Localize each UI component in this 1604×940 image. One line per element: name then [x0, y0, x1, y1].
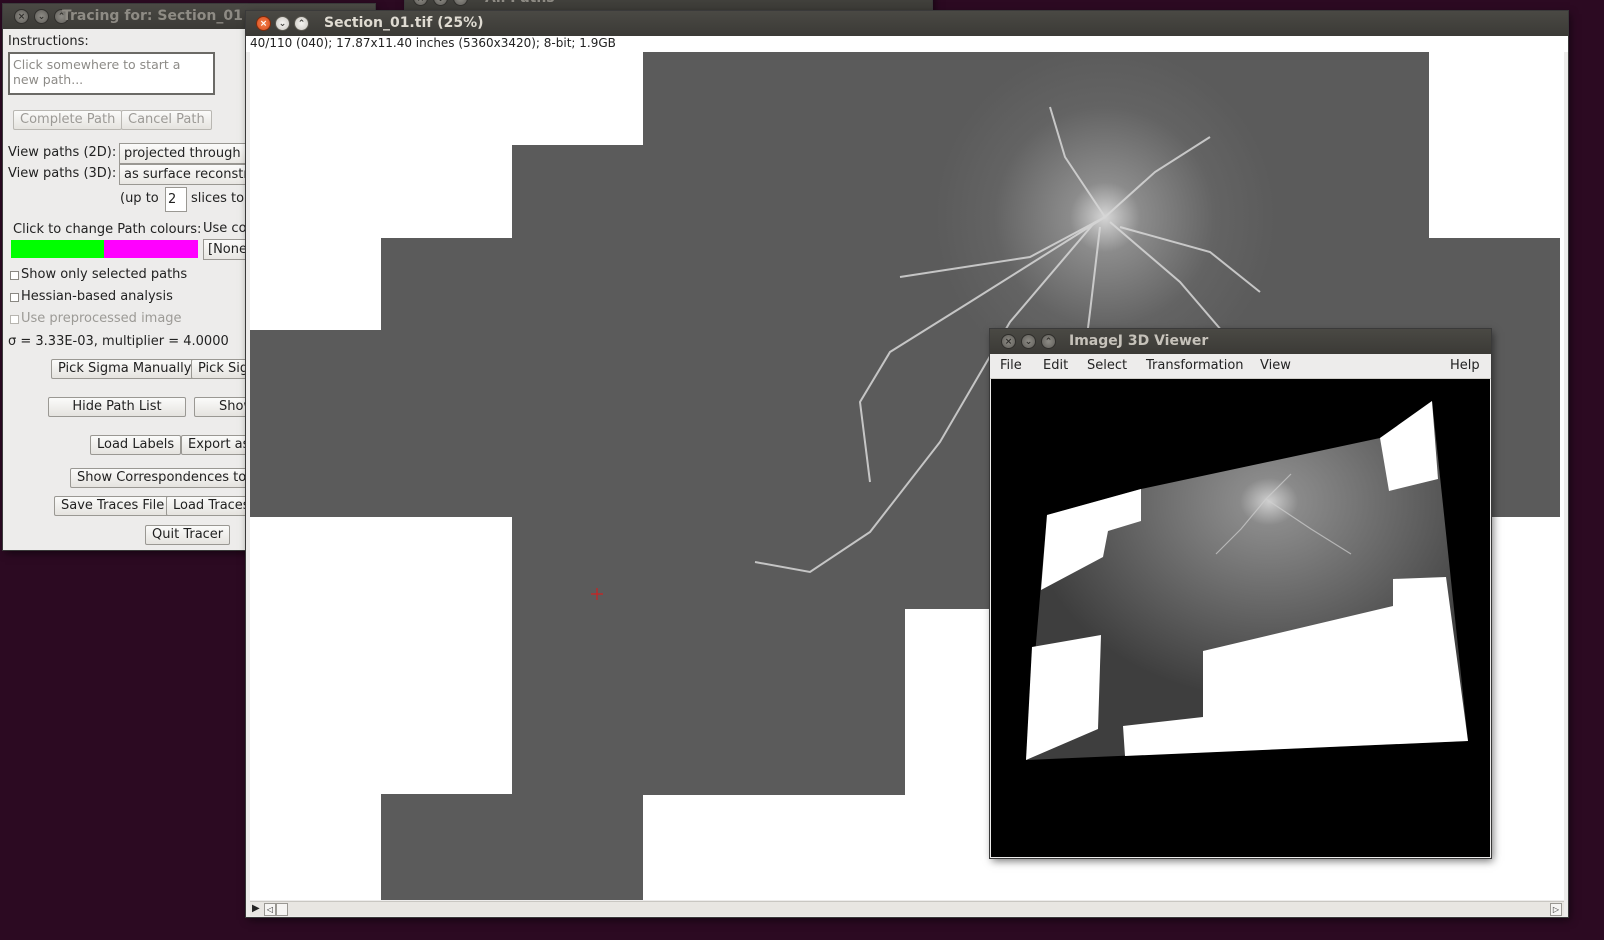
- deselected-path-colour-swatch[interactable]: [104, 240, 198, 258]
- maximize-icon[interactable]: ⌃: [453, 0, 468, 6]
- close-icon[interactable]: ×: [14, 9, 29, 24]
- menu-edit[interactable]: Edit: [1043, 354, 1068, 378]
- 3d-viewer-title: ImageJ 3D Viewer: [1069, 333, 1209, 349]
- instructions-box: Click somewhere to start a new path...: [8, 52, 215, 95]
- horizontal-scrollbar[interactable]: ▶ ◁ ▷: [250, 901, 1564, 916]
- image-titlebar[interactable]: × ⌄ ⌃ Section_01.tif (25%): [246, 11, 1568, 36]
- image-title: Section_01.tif (25%): [324, 15, 484, 31]
- selected-path-colour-swatch[interactable]: [11, 240, 104, 258]
- view-3d-select[interactable]: as surface reconstr: [119, 164, 245, 185]
- show-selected-label: Show only selected paths: [21, 267, 188, 282]
- 3d-viewer-window[interactable]: × ⌄ ⌃ ImageJ 3D Viewer File Edit Select …: [990, 329, 1491, 858]
- hessian-checkbox[interactable]: [10, 293, 19, 302]
- minimize-icon[interactable]: ⌄: [1021, 334, 1036, 349]
- view-3d-label: View paths (3D):: [8, 166, 117, 181]
- image-info-bar: 40/110 (040); 17.87x11.40 inches (5360x3…: [246, 36, 1568, 52]
- sigma-readout: σ = 3.33E-03, multiplier = 4.0000: [8, 334, 229, 349]
- close-icon[interactable]: ×: [256, 16, 271, 31]
- hide-path-list-button[interactable]: Hide Path List: [48, 397, 186, 417]
- play-icon[interactable]: ▶: [252, 902, 260, 915]
- preprocessed-checkbox[interactable]: [10, 315, 19, 324]
- show-correspondences-button[interactable]: Show Correspondences to T: [70, 468, 245, 488]
- use-colour-select[interactable]: [None: [203, 239, 245, 260]
- minimize-icon[interactable]: ⌄: [275, 16, 290, 31]
- maximize-icon[interactable]: ⌃: [294, 16, 309, 31]
- view-2d-label: View paths (2D):: [8, 145, 117, 160]
- menu-view[interactable]: View: [1260, 354, 1291, 378]
- hessian-label: Hessian-based analysis: [21, 289, 173, 304]
- menu-select[interactable]: Select: [1087, 354, 1127, 378]
- scroll-right-icon[interactable]: ▷: [1550, 903, 1562, 916]
- maximize-icon[interactable]: ⌃: [1041, 334, 1056, 349]
- show-selected-checkbox[interactable]: [10, 271, 19, 280]
- minimize-icon[interactable]: ⌄: [433, 0, 448, 6]
- close-icon[interactable]: ×: [1001, 334, 1016, 349]
- crosshair-icon: [591, 588, 603, 600]
- 3d-render-view[interactable]: [991, 379, 1490, 857]
- show-fill-list-button[interactable]: Show: [194, 397, 245, 417]
- close-icon[interactable]: ×: [413, 0, 428, 6]
- menu-help[interactable]: Help: [1450, 354, 1480, 378]
- 3d-viewer-titlebar[interactable]: × ⌄ ⌃ ImageJ 3D Viewer: [990, 329, 1491, 354]
- upto-prefix: (up to: [120, 191, 159, 206]
- scroll-thumb[interactable]: [276, 903, 288, 916]
- path-colours-label: Click to change Path colours:: [13, 222, 202, 237]
- scroll-left-icon[interactable]: ◁: [264, 903, 276, 916]
- instructions-label: Instructions:: [8, 34, 89, 49]
- tracing-panel: Instructions: Click somewhere to start a…: [3, 29, 245, 550]
- load-labels-button[interactable]: Load Labels: [90, 435, 182, 455]
- preprocessed-label: Use preprocessed image: [21, 311, 182, 326]
- all-paths-titlebar[interactable]: × ⌄ ⌃ All Paths: [405, 0, 932, 11]
- upto-suffix: slices to: [191, 191, 245, 206]
- all-paths-title: All Paths: [485, 0, 555, 11]
- 3d-viewer-menubar: File Edit Select Transformation View Hel…: [990, 354, 1491, 379]
- pick-sigma-button[interactable]: Pick Sig: [191, 359, 245, 379]
- tracing-title: Tracing for: Section_01: [62, 8, 243, 24]
- quit-tracer-button[interactable]: Quit Tracer: [145, 525, 231, 545]
- pick-sigma-manually-button[interactable]: Pick Sigma Manually: [51, 359, 199, 379]
- slices-input[interactable]: 2: [165, 187, 187, 212]
- menu-transformation[interactable]: Transformation: [1146, 354, 1244, 378]
- complete-path-button[interactable]: Complete Path: [13, 110, 123, 130]
- export-as-button[interactable]: Export as: [181, 435, 245, 455]
- save-traces-button[interactable]: Save Traces File: [54, 496, 172, 516]
- menu-file[interactable]: File: [1000, 354, 1022, 378]
- minimize-icon[interactable]: ⌄: [34, 9, 49, 24]
- load-traces-button[interactable]: Load Traces: [166, 496, 245, 516]
- 3d-volume-render: [1026, 401, 1468, 760]
- cancel-path-button[interactable]: Cancel Path: [121, 110, 212, 130]
- view-2d-select[interactable]: projected through a: [119, 143, 245, 164]
- use-colour-label: Use co: [203, 221, 245, 236]
